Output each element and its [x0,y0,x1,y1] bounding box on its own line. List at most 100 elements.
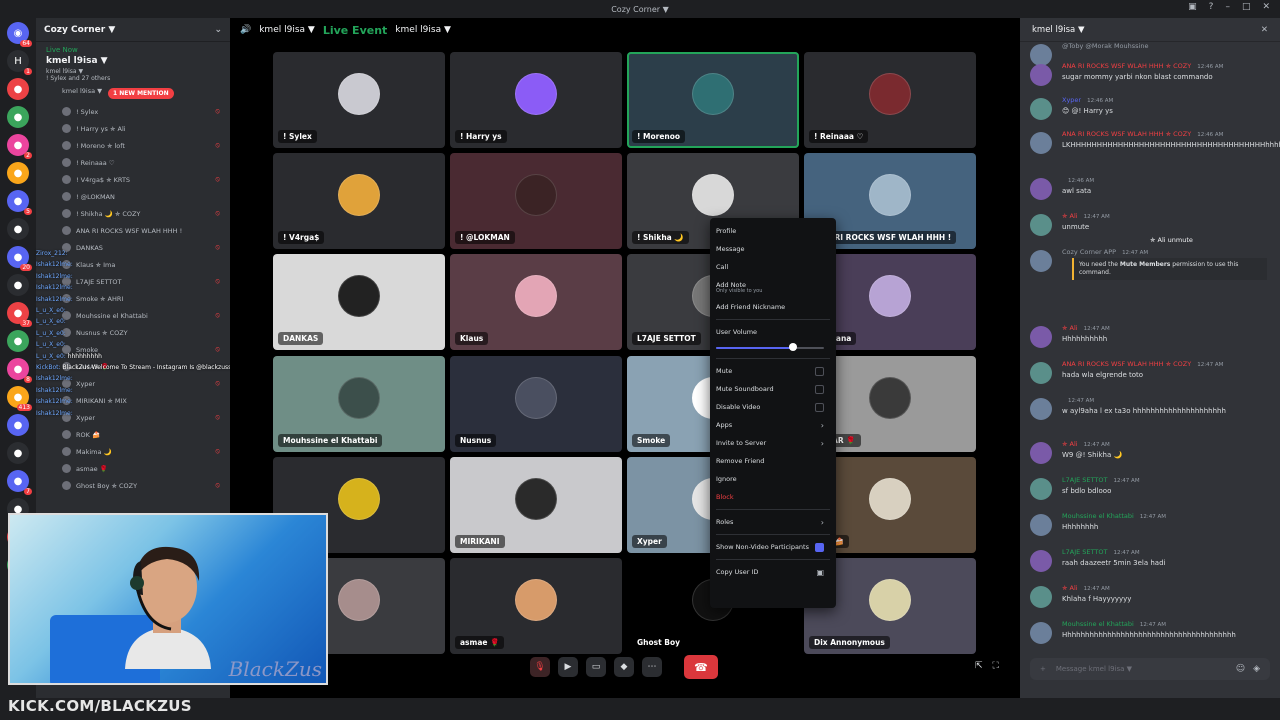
avatar[interactable] [1030,586,1052,608]
message-author[interactable]: ANA RI ROCKS WSF WLAH HHH ✯ COZY [1062,360,1191,368]
menu-item-apps[interactable]: Apps › [716,416,830,434]
message-input[interactable]: Message kmel l9isa ▼ [1056,665,1132,673]
avatar[interactable] [1030,44,1052,66]
voice-member[interactable]: ! Shikha 🌙 ✯ COZY ⦸ [36,205,230,222]
participant-tile[interactable]: MIRIKANI [450,457,622,553]
menu-item-block[interactable]: Block [716,488,830,506]
server-icon[interactable]: ● [7,218,29,240]
participant-tile[interactable]: Mouhssine el Khattabi [273,356,445,452]
inbox-icon[interactable]: ▣ [1188,2,1197,12]
avatar[interactable] [1030,622,1052,644]
voice-member[interactable]: ! Sylex ⦸ [36,103,230,120]
message-author[interactable]: Cozy Corner APP [1062,248,1116,256]
message-author[interactable]: ✯ Ali [1062,584,1078,592]
voice-member[interactable]: ANA RI ROCKS WSF WLAH HHH ! [36,222,230,239]
server-icon[interactable]: ● 20 [7,246,32,271]
message-author[interactable]: @Toby @Morak Mouhssine [1062,42,1148,50]
server-icon[interactable]: H1 [7,50,32,75]
server-icon[interactable]: ● [7,330,29,352]
message-author[interactable]: L7AJE SETTOT [1062,548,1107,556]
avatar[interactable] [1030,98,1052,120]
server-icon[interactable]: ● [7,414,29,436]
menu-item-roles[interactable]: Roles › [716,513,830,531]
server-icon[interactable]: ● 2 [7,134,32,159]
participant-tile[interactable]: DANKAS [273,254,445,350]
checkbox[interactable] [815,384,824,394]
message-author[interactable]: Xyper [1062,96,1081,104]
participant-tile[interactable]: ! Morenoo [627,52,799,148]
avatar[interactable] [1030,178,1052,200]
checkbox[interactable] [815,402,824,412]
voice-member[interactable]: ! V4rga$ ✯ KRTS ⦸ [36,171,230,188]
avatar[interactable] [1030,64,1052,86]
minimize-icon[interactable]: – [1225,2,1230,12]
avatar[interactable] [1030,398,1052,420]
help-icon[interactable]: ? [1209,2,1214,12]
participant-tile[interactable]: Nusnus [450,356,622,452]
voice-member[interactable]: Makima 🌙 ⦸ [36,443,230,460]
voice-member[interactable]: ! Reinaaa ♡ [36,154,230,171]
checkbox[interactable] [815,366,824,376]
menu-item-mute-soundboard[interactable]: Mute Soundboard [716,380,830,398]
voice-member[interactable]: ! Moreno ✯ loft ⦸ [36,137,230,154]
participant-tile[interactable]: ! Harry ys [450,52,622,148]
slider-handle[interactable] [789,343,797,351]
disconnect-button[interactable]: ☎ [684,655,718,679]
message-author[interactable]: ANA RI ROCKS WSF WLAH HHH ✯ COZY [1062,130,1191,138]
chevron-down-icon[interactable]: ⌄ [214,25,222,35]
emoji-icon[interactable]: ☺ [1236,664,1245,674]
live-event-title[interactable]: kmel l9isa ▼ [36,54,230,68]
menu-item-copy-user-id[interactable]: Copy User ID ▣ [716,563,830,581]
server-icon[interactable]: ● [7,162,29,184]
menu-item-invite-to-server[interactable]: Invite to Server › [716,434,830,452]
avatar[interactable] [1030,514,1052,536]
server-icon[interactable]: ● 5 [7,190,32,215]
menu-item-ignore[interactable]: Ignore [716,470,830,488]
camera-button[interactable]: ▶ [558,657,578,677]
server-icon[interactable]: ● [7,78,29,100]
menu-item-call[interactable]: Call [716,258,830,276]
participant-tile[interactable]: ! @LOKMAN [450,153,622,249]
close-icon[interactable]: ✕ [1262,2,1270,12]
message-author[interactable]: Mouhssine el Khattabi [1062,512,1134,520]
avatar[interactable] [1030,132,1052,154]
menu-item-add-friend-nickname[interactable]: Add Friend Nickname [716,298,830,316]
participant-tile[interactable]: ! Sylex [273,52,445,148]
avatar[interactable] [1030,478,1052,500]
message-composer[interactable]: + Message kmel l9isa ▼ ☺ ◈ [1030,658,1270,680]
participant-tile[interactable]: ! Reinaaa ♡ [804,52,976,148]
avatar[interactable] [1030,250,1052,272]
stage-channel-name[interactable]: kmel l9isa ▼ [259,25,315,35]
close-chat-icon[interactable]: ✕ [1261,25,1268,35]
server-icon[interactable]: ● 413 [7,386,32,411]
avatar[interactable] [1030,362,1052,384]
participant-tile[interactable]: ! V4rga$ [273,153,445,249]
message-author[interactable]: ✯ Ali [1062,212,1078,220]
server-header[interactable]: Cozy Corner ▼ ⌄ [36,18,230,42]
avatar[interactable] [1030,550,1052,572]
new-mention-badge[interactable]: 1 NEW MENTION [108,88,174,99]
voice-member[interactable]: ROK 🍰 [36,426,230,443]
message-author[interactable]: ✯ Ali [1062,324,1078,332]
popout-icon[interactable]: ⇱ [975,661,983,671]
user-volume-slider[interactable] [716,341,830,355]
menu-item-profile[interactable]: Profile [716,222,830,240]
gif-icon[interactable]: ◈ [1253,664,1260,674]
server-icon[interactable]: ● 8 [7,358,32,383]
message-author[interactable]: ANA RI ROCKS WSF WLAH HHH ✯ COZY [1062,62,1191,70]
voice-member[interactable]: ! @LOKMAN [36,188,230,205]
menu-item-add-note[interactable]: Add Note [716,276,830,294]
server-icon[interactable]: ● [7,106,29,128]
screen-share-button[interactable]: ▭ [586,657,606,677]
server-icon[interactable]: ● [7,274,29,296]
message-author[interactable]: ✯ Ali [1062,440,1078,448]
avatar[interactable] [1030,442,1052,464]
fullscreen-icon[interactable]: ⛶ [993,661,999,671]
server-icon[interactable]: ● 7 [7,470,32,495]
voice-member[interactable]: ! Harry ys ✯ Ali [36,120,230,137]
mic-muted-button[interactable]: 🎙 [530,657,550,677]
menu-item-mute[interactable]: Mute [716,362,830,380]
menu-item-show-non-video-participants[interactable]: Show Non-Video Participants [716,538,830,556]
voice-member[interactable]: Ghost Boy ✯ COZY ⦸ [36,477,230,494]
avatar[interactable] [1030,326,1052,348]
